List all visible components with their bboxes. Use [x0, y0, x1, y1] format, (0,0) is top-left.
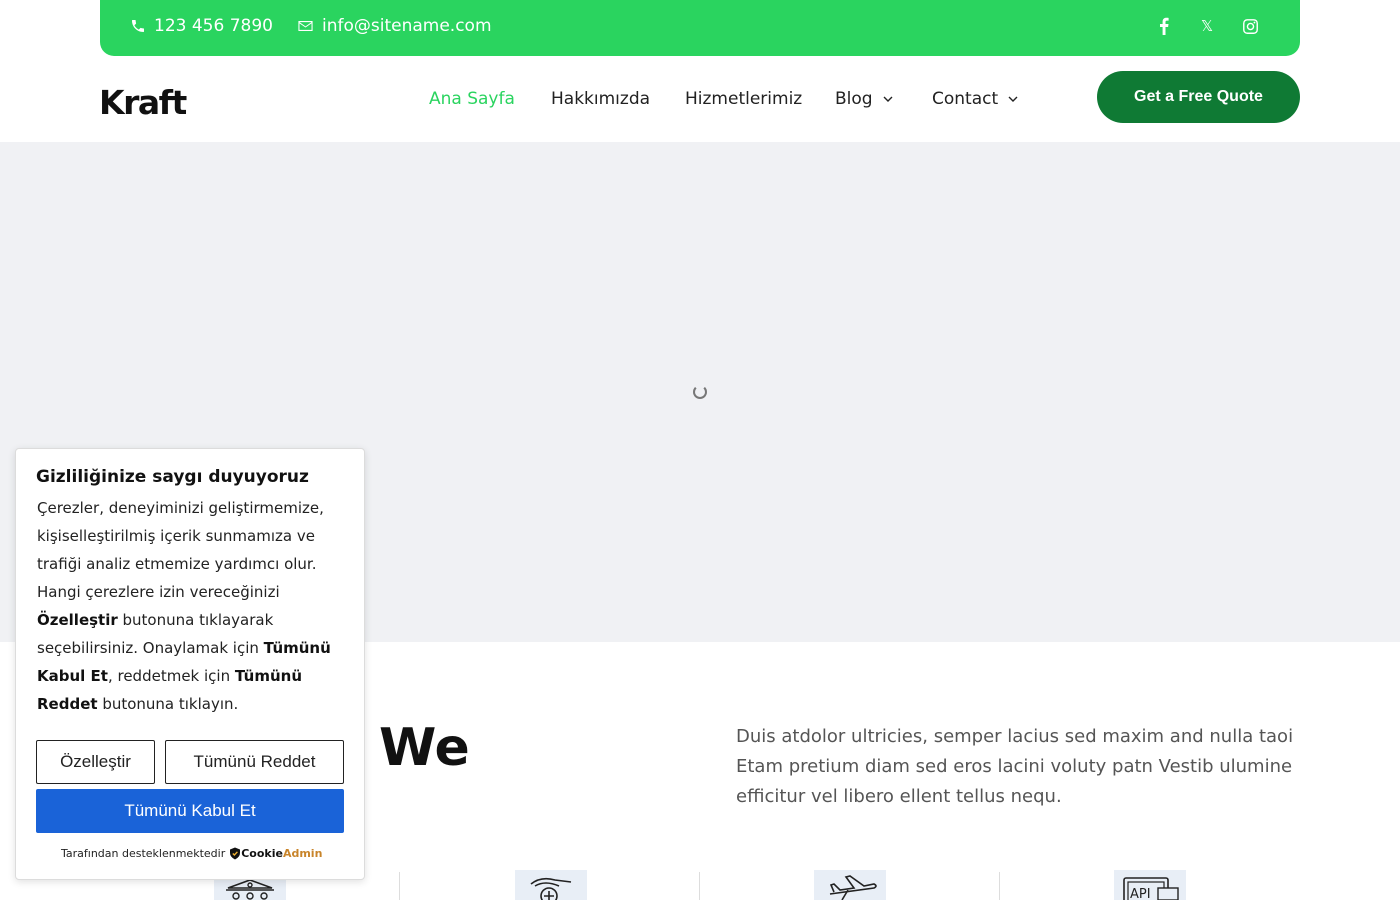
envelope-icon	[298, 21, 313, 31]
cookie-powered-by: Tarafından desteklenmektedir Cookie Admin	[61, 847, 322, 860]
nav-item-services[interactable]: Hizmetlerimiz	[685, 89, 802, 109]
chevron-down-icon	[883, 96, 893, 102]
nav-item-contact[interactable]: Contact	[932, 89, 1018, 109]
divider	[699, 872, 700, 900]
nav-item-home[interactable]: Ana Sayfa	[429, 89, 515, 109]
hand-medical-icon	[515, 870, 587, 900]
email-address: info@sitename.com	[322, 16, 492, 36]
svg-text:API: API	[1130, 887, 1151, 900]
cookie-description: Çerezler, deneyiminizi geliştirmemize, k…	[37, 494, 357, 718]
phone-link[interactable]: 123 456 7890	[130, 16, 273, 36]
loading-spinner-icon	[693, 385, 707, 399]
divider	[999, 872, 1000, 900]
cookie-text: , reddetmek için	[107, 667, 235, 685]
facebook-icon[interactable]	[1153, 15, 1175, 37]
phone-icon	[132, 20, 144, 32]
cookie-customize-button[interactable]: Özelleştir	[36, 740, 155, 784]
shield-icon	[230, 847, 241, 860]
brand-part-admin: Admin	[282, 847, 323, 860]
nav-item-blog[interactable]: Blog	[835, 89, 893, 109]
top-contact-bar: 123 456 7890 info@sitename.com 𝕏	[100, 0, 1300, 56]
site-logo[interactable]: Kraft	[99, 83, 187, 122]
section-description: Duis atdolor ultricies, semper lacius se…	[736, 726, 1294, 807]
cookie-reject-all-button[interactable]: Tümünü Reddet	[165, 740, 344, 784]
x-twitter-icon[interactable]: 𝕏	[1196, 15, 1218, 37]
powered-by-text: Tarafından desteklenmektedir	[61, 847, 226, 860]
nav-item-label: Hizmetlerimiz	[685, 89, 803, 109]
instagram-icon[interactable]	[1239, 15, 1261, 37]
api-icon: API	[1114, 870, 1186, 900]
nav-item-about[interactable]: Hakkımızda	[551, 89, 650, 109]
cookie-accept-all-button[interactable]: Tümünü Kabul Et	[36, 789, 344, 833]
cookie-title: Gizliliğinize saygı duyuyoruz	[36, 467, 309, 487]
cookieadmin-logo[interactable]: Cookie Admin	[229, 847, 322, 860]
email-link[interactable]: info@sitename.com	[297, 16, 492, 36]
nav-item-label: Hakkımızda	[551, 89, 651, 109]
cookie-consent-banner: Gizliliğinize saygı duyuyoruz Çerezler, …	[15, 448, 365, 880]
airplane-icon	[814, 870, 886, 900]
nav-item-label: Ana Sayfa	[429, 89, 515, 109]
nav-item-label: Blog	[835, 89, 873, 109]
get-quote-button[interactable]: Get a Free Quote	[1097, 71, 1300, 123]
chevron-down-icon	[1008, 96, 1018, 102]
phone-number: 123 456 7890	[154, 16, 273, 36]
cookie-text: butonuna tıklayın.	[97, 695, 239, 713]
brand-part-cookie: Cookie	[241, 847, 283, 860]
main-header: Kraft Ana Sayfa Hakkımızda Hizmetlerimiz…	[0, 56, 1400, 142]
divider	[399, 872, 400, 900]
cookie-text: Çerezler, deneyiminizi geliştirmemize, k…	[37, 499, 324, 601]
nav-item-label: Contact	[932, 89, 999, 109]
cookie-text-bold: Özelleştir	[37, 611, 118, 629]
